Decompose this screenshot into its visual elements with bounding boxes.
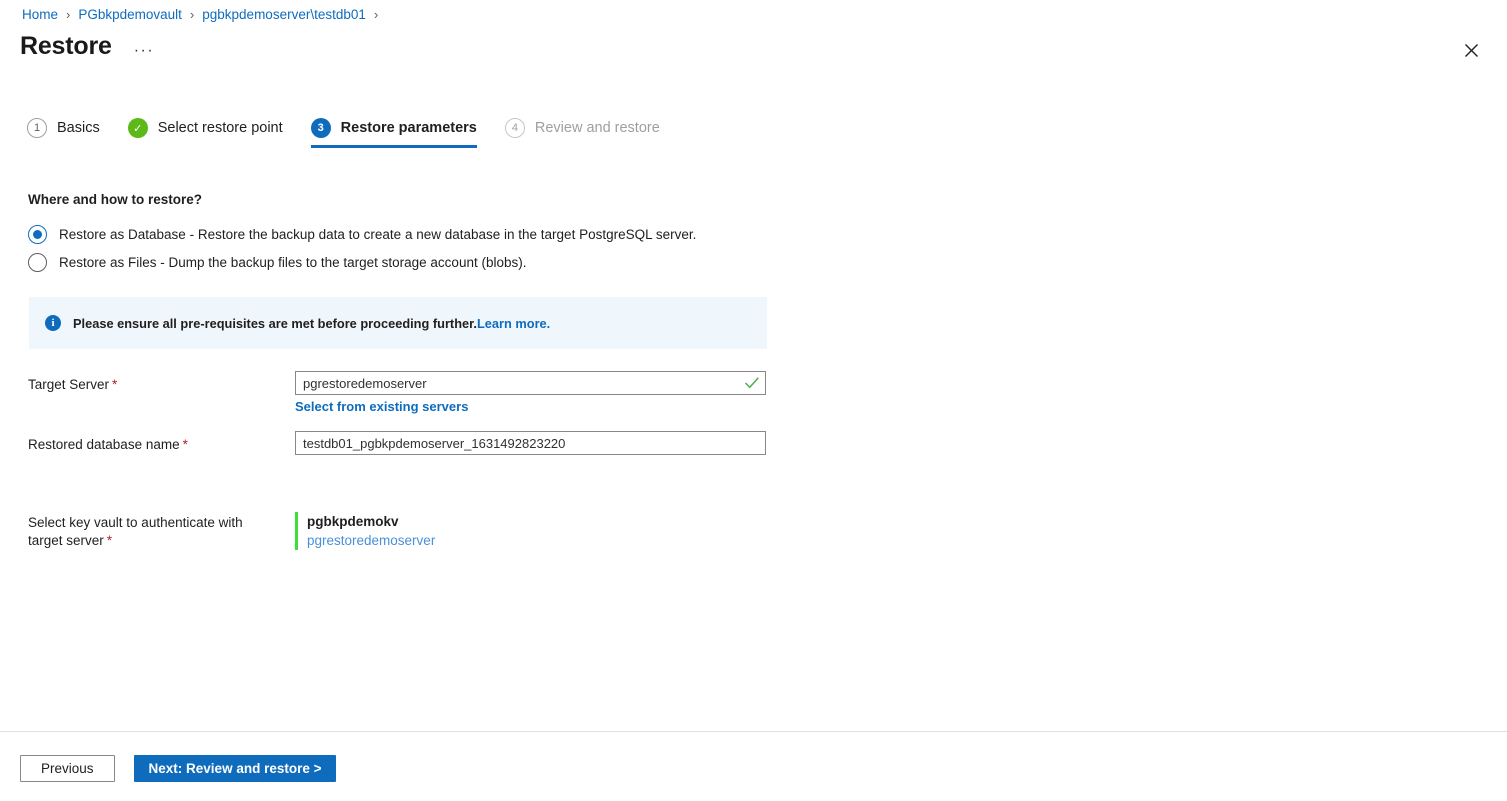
breadcrumb-item-database[interactable]: pgbkpdemoserver\testdb01 — [202, 6, 366, 24]
info-banner: i Please ensure all pre-requisites are m… — [29, 297, 767, 349]
breadcrumb-item-home[interactable]: Home — [22, 6, 58, 24]
close-button[interactable] — [1455, 34, 1487, 66]
wizard-step-label: Review and restore — [535, 120, 660, 136]
wizard-step-label: Restore parameters — [341, 120, 477, 136]
key-vault-selection-card[interactable]: pgbkpdemokv pgrestoredemoserver — [295, 512, 435, 550]
info-icon: i — [45, 315, 61, 331]
restored-database-name-label: Restored database name* — [28, 436, 188, 454]
close-icon — [1464, 43, 1479, 58]
next-review-and-restore-button[interactable]: Next: Review and restore > — [134, 755, 337, 782]
target-server-input[interactable] — [295, 371, 766, 395]
wizard-footer: Previous Next: Review and restore > — [20, 755, 336, 782]
step-number-badge: 4 — [505, 118, 525, 138]
required-indicator: * — [112, 377, 117, 392]
section-heading-where-how-to-restore: Where and how to restore? — [28, 192, 202, 207]
wizard-step-label: Select restore point — [158, 120, 283, 136]
page-title: Restore — [20, 32, 112, 61]
restore-mode-radio-group: Restore as Database - Restore the backup… — [28, 220, 696, 276]
step-number-badge: 1 — [27, 118, 47, 138]
wizard-step-label: Basics — [57, 120, 100, 136]
target-server-label: Target Server* — [28, 376, 117, 394]
info-banner-message: Please ensure all pre-requisites are met… — [73, 316, 477, 331]
step-complete-check-icon: ✓ — [128, 118, 148, 138]
wizard-steps: 1 Basics ✓ Select restore point 3 Restor… — [27, 118, 688, 148]
more-options-button[interactable]: ··· — [128, 41, 160, 61]
previous-button[interactable]: Previous — [20, 755, 115, 782]
required-indicator: * — [183, 437, 188, 452]
breadcrumb-separator-icon: › — [374, 6, 378, 24]
radio-unselected-icon — [28, 253, 47, 272]
breadcrumb-item-vault[interactable]: PGbkpdemovault — [78, 6, 182, 24]
breadcrumb-separator-icon: › — [66, 6, 70, 24]
wizard-step-select-restore-point[interactable]: ✓ Select restore point — [128, 118, 283, 148]
step-number-badge: 3 — [311, 118, 331, 138]
footer-divider — [0, 731, 1507, 732]
key-vault-secret-name: pgrestoredemoserver — [307, 531, 435, 550]
key-vault-name: pgbkpdemokv — [307, 512, 435, 531]
page-header: Restore ··· — [20, 32, 160, 61]
required-indicator: * — [107, 533, 112, 548]
radio-selected-icon — [28, 225, 47, 244]
radio-option-restore-as-database[interactable]: Restore as Database - Restore the backup… — [28, 220, 696, 248]
restored-database-name-input[interactable] — [295, 431, 766, 455]
wizard-step-basics[interactable]: 1 Basics — [27, 118, 100, 148]
select-from-existing-servers-link[interactable]: Select from existing servers — [295, 399, 468, 414]
info-banner-text: Please ensure all pre-requisites are met… — [73, 316, 550, 331]
radio-option-label: Restore as Database - Restore the backup… — [59, 227, 696, 242]
radio-option-restore-as-files[interactable]: Restore as Files - Dump the backup files… — [28, 248, 696, 276]
key-vault-label: Select key vault to authenticate with ta… — [28, 514, 278, 550]
learn-more-link[interactable]: Learn more. — [477, 316, 550, 331]
radio-option-label: Restore as Files - Dump the backup files… — [59, 255, 526, 270]
breadcrumb-separator-icon: › — [190, 6, 194, 24]
wizard-step-restore-parameters[interactable]: 3 Restore parameters — [311, 118, 477, 148]
breadcrumb: Home › PGbkpdemovault › pgbkpdemoserver\… — [22, 6, 386, 24]
wizard-step-review-and-restore[interactable]: 4 Review and restore — [505, 118, 660, 148]
